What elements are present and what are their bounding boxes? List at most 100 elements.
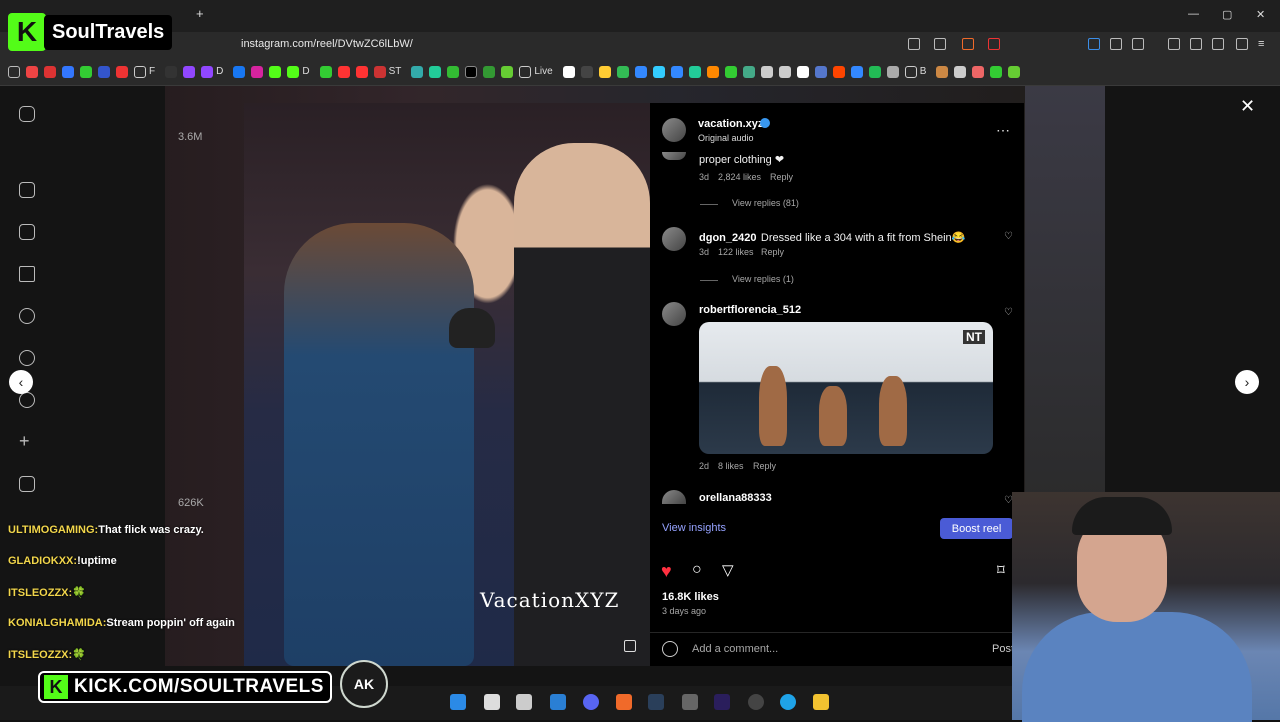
extensions-puzzle-icon[interactable] [1110,38,1122,50]
app-icon[interactable] [516,694,532,710]
app-icon[interactable] [550,694,566,710]
windows-start-icon[interactable] [450,694,466,710]
discord-icon[interactable] [583,694,599,710]
bookmark-favicon[interactable] [796,65,809,78]
bookmark-favicon[interactable] [652,65,665,78]
steam-icon[interactable] [648,694,664,710]
kick-icon[interactable] [269,65,282,78]
bookmark-folder-label[interactable]: B [920,66,927,77]
microsoft-icon[interactable] [706,65,719,78]
bookmark-label[interactable]: D [302,66,309,77]
bookmark-favicon[interactable] [98,65,110,78]
instagram-icon[interactable] [251,65,264,78]
bookmark-favicon[interactable] [80,65,92,78]
bookmark-favicon[interactable] [598,65,611,78]
comment-likes[interactable]: 8 likes [718,461,744,471]
x-icon[interactable] [465,65,478,78]
messages-icon[interactable] [19,266,35,282]
comment-likes[interactable]: 122 likes [718,247,754,257]
tab-search-icon[interactable] [908,38,920,50]
bookmark-favicon[interactable] [429,65,442,78]
share-icon[interactable] [934,38,946,50]
comment-reply-button[interactable]: Reply [753,461,776,471]
task-view-icon[interactable] [484,694,500,710]
comment-like-icon[interactable]: ♡ [1004,308,1014,318]
app-icon[interactable] [682,694,698,710]
wallet-icon[interactable] [1212,38,1224,50]
youtube-icon[interactable] [337,65,350,78]
reddit-icon[interactable] [832,65,845,78]
bookmark-folder-label[interactable]: F [149,66,155,77]
screenshot-icon[interactable] [1132,38,1144,50]
brave-icon[interactable] [616,694,632,710]
explore-icon[interactable] [19,350,35,366]
comment-avatar[interactable] [662,302,686,326]
post-comment-button[interactable]: Post [992,643,1014,655]
bookmark-favicon[interactable] [1008,65,1021,78]
folder-icon[interactable] [519,65,532,78]
url-text[interactable]: instagram.com/reel/DVtwZC6lLbW/ [241,38,413,50]
comment-like-icon[interactable]: ♡ [1004,232,1014,242]
reels-icon[interactable] [19,224,35,240]
bookmark-favicon[interactable] [26,65,38,78]
gmail-icon[interactable] [44,65,56,78]
rewards-icon[interactable] [988,38,1000,50]
close-reel-icon[interactable]: ✕ [1240,96,1255,117]
likes-count[interactable]: 16.8K likes [662,591,719,603]
bookmark-favicon[interactable] [972,65,985,78]
view-replies-button[interactable]: View replies (1) [732,274,794,284]
bookmark-label[interactable]: ST [389,66,402,77]
search-icon[interactable] [19,308,35,324]
kick-icon[interactable] [287,65,300,78]
home-icon[interactable] [19,182,35,198]
author-username[interactable]: vacation.xyz [698,118,763,130]
bookmark-favicon[interactable] [760,65,773,78]
drive-icon[interactable] [742,65,755,78]
author-avatar[interactable] [662,118,686,142]
bookmark-favicon[interactable] [688,65,701,78]
comment-input[interactable]: Add a comment... [692,643,778,655]
like-icon[interactable]: ♥ [661,561,672,582]
bookmark-favicon[interactable] [580,65,593,78]
bookmark-favicon[interactable] [814,65,827,78]
twitch-icon[interactable] [183,65,196,78]
more-options-icon[interactable]: ⋯ [996,122,1010,139]
bookmark-favicon[interactable] [886,65,899,78]
bookmark-favicon[interactable] [483,65,496,78]
comment-username[interactable]: orellana88333 [699,492,772,504]
comment-reply-button[interactable]: Reply [761,247,784,257]
vpn-icon[interactable] [1236,38,1248,50]
youtube-icon[interactable] [355,65,368,78]
bookmark-favicon[interactable] [634,65,647,78]
bookmark-favicon[interactable] [165,65,178,78]
minimize-icon[interactable]: — [1188,8,1199,20]
bookmark-favicon[interactable] [411,65,424,78]
mute-icon[interactable] [624,640,636,652]
previous-reel-arrow-icon[interactable]: ‹ [9,370,33,394]
audio-label[interactable]: Original audio [698,133,754,143]
maximize-icon[interactable]: ▢ [1222,8,1232,21]
bookmark-favicon[interactable] [868,65,881,78]
bookmark-label[interactable]: D [216,66,223,77]
bookmark-favicon[interactable] [954,65,967,78]
comment-reply-button[interactable]: Reply [770,172,793,182]
share-icon[interactable]: ▽ [722,561,734,579]
extension-icon[interactable] [1088,38,1100,50]
boost-reel-button[interactable]: Boost reel [940,518,1013,539]
bookmark-favicon[interactable] [724,65,737,78]
new-tab-icon[interactable]: + [196,6,204,21]
comment-icon[interactable]: ○ [692,561,702,579]
instagram-logo-icon[interactable] [19,106,35,122]
save-icon[interactable]: ⌑ [997,561,1005,579]
create-icon[interactable]: + [19,432,35,450]
obs-icon[interactable] [748,694,764,710]
view-replies-button[interactable]: View replies (81) [732,198,799,208]
bookmark-favicon[interactable] [990,65,1003,78]
facebook-icon[interactable] [233,65,246,78]
menu-icon[interactable]: ≡ [1258,38,1264,50]
bookmark-favicon[interactable] [670,65,683,78]
folder-icon[interactable] [904,65,917,78]
comment-likes[interactable]: 2,824 likes [718,172,761,182]
amazon-icon[interactable] [562,65,575,78]
bookmark-favicon[interactable] [62,65,74,78]
